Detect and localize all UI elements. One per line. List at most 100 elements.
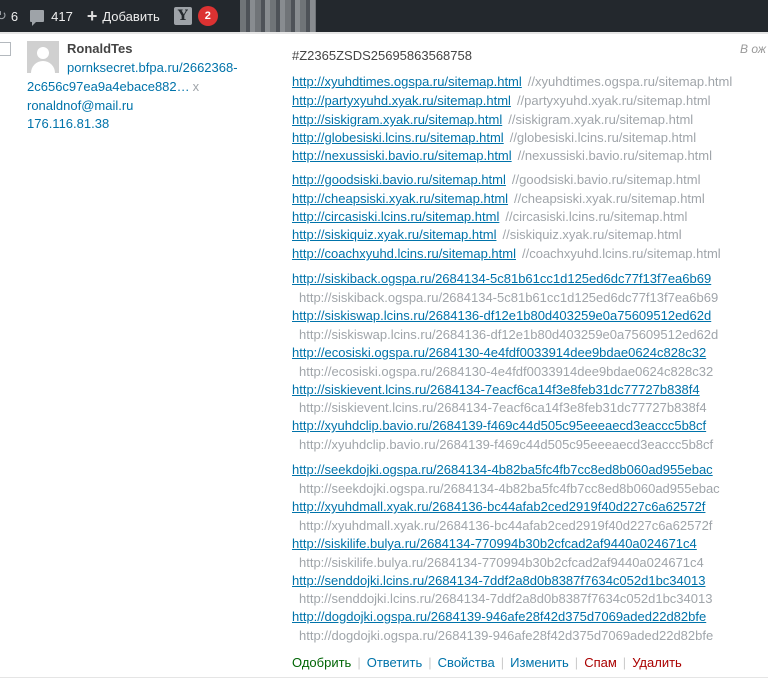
separator: | [357, 655, 361, 670]
plain-url: //xyuhdtimes.ogspa.ru/sitemap.html [527, 74, 733, 89]
author-email-link[interactable]: ronaldnof@mail.ru [27, 98, 133, 113]
comment-link[interactable]: http://siskievent.lcins.ru/2684134-7eacf… [292, 382, 700, 397]
comment-link[interactable]: http://siskigram.xyak.ru/sitemap.html [292, 112, 502, 127]
author-name: RonaldTes [67, 41, 133, 56]
updates-icon: ↻ [0, 8, 7, 23]
separator: | [500, 655, 505, 670]
yoast-notification-badge: 2 [197, 6, 218, 26]
comment-link[interactable]: http://siskilife.bulya.ru/2684134-770994… [292, 536, 697, 551]
comment-link[interactable]: http://nexussiski.bavio.ru/sitemap.html [292, 148, 512, 163]
comment-link[interactable]: http://circasiski.lcins.ru/sitemap.html [292, 209, 499, 224]
comment-link[interactable]: http://dogdojki.ogspa.ru/2684139-946afe2… [292, 609, 706, 624]
plain-url-row: http://dogdojki.ogspa.ru/2684139-946afe2… [299, 628, 714, 643]
plain-url: //partyxyuhd.xyak.ru/sitemap.html [516, 93, 711, 108]
admin-bar: ↻ 6 417 + Добавить Y 2 [0, 0, 768, 32]
separator: | [622, 655, 627, 670]
comment-id-text: #Z2365ZSDS25695863568758 [292, 48, 472, 63]
comments-menu-item[interactable]: 417 [30, 0, 73, 32]
plain-url-row: http://xyuhdmall.xyak.ru/2684136-bc44afa… [299, 518, 713, 533]
edit-link[interactable]: Изменить [510, 655, 569, 670]
plain-url: //siskigram.xyak.ru/sitemap.html [508, 112, 694, 127]
comment-link[interactable]: http://siskiquiz.xyak.ru/sitemap.html [292, 227, 496, 242]
separator: | [574, 655, 579, 670]
link-row: http://goodsiski.bavio.ru/sitemap.html //… [292, 171, 700, 189]
link-row: http://siskievent.lcins.ru/2684134-7eacf… [292, 381, 700, 399]
updates-count: 6 [10, 8, 19, 24]
link-row: http://circasiski.lcins.ru/sitemap.html /… [292, 208, 687, 226]
plain-url-row: http://siskiswap.lcins.ru/2684136-df12e1… [299, 327, 719, 342]
plain-url-row: http://siskilife.bulya.ru/2684134-770994… [299, 555, 704, 570]
comment-link[interactable]: http://globesiski.lcins.ru/sitemap.html [292, 130, 504, 145]
link-row: http://xyuhdtimes.ogspa.ru/sitemap.html /… [292, 73, 732, 91]
reply-link[interactable]: Ответить [367, 655, 423, 670]
comment-bubble-icon [30, 10, 45, 26]
add-new-menu-item[interactable]: + Добавить [87, 0, 160, 32]
approve-link[interactable]: Одобрить [292, 655, 351, 670]
quick-edit-link[interactable]: Свойства [438, 655, 495, 670]
link-row: http://dogdojki.ogspa.ru/2684139-946afe2… [292, 608, 706, 626]
plain-url-row: http://xyuhdclip.bavio.ru/2684139-f469c4… [299, 437, 714, 452]
separator: | [428, 655, 432, 670]
author-url-continued: 2c656c97ea9a4ebace882… x [27, 79, 199, 94]
remove-url-icon[interactable]: x [193, 79, 200, 94]
link-row: http://globesiski.lcins.ru/sitemap.html /… [292, 129, 696, 147]
link-row: http://ecosiski.ogspa.ru/2684130-4e4fdf0… [292, 344, 706, 362]
select-comment-checkbox[interactable] [0, 42, 11, 56]
comment-link[interactable]: http://cheapsiski.xyak.ru/sitemap.html [292, 191, 508, 206]
plain-url-row: http://seekdojki.ogspa.ru/2684134-4b82ba… [299, 481, 720, 496]
link-row: http://siskiquiz.xyak.ru/sitemap.html //s… [292, 226, 682, 244]
comment-link[interactable]: http://siskiback.ogspa.ru/2684134-5c81b6… [292, 271, 711, 286]
in-response-to[interactable]: В ож [740, 42, 766, 56]
link-row: http://siskiswap.lcins.ru/2684136-df12e1… [292, 307, 711, 325]
link-row: http://partyxyuhd.xyak.ru/sitemap.html //… [292, 92, 711, 110]
comment-link[interactable]: http://goodsiski.bavio.ru/sitemap.html [292, 172, 506, 187]
blurred-menu-item[interactable] [239, 0, 316, 32]
comment-row-actions: Одобрить | Ответить | Свойства | Изменить | Спам… [292, 655, 682, 670]
plain-url: //siskiquiz.xyak.ru/sitemap.html [502, 227, 682, 242]
author-ip-link[interactable]: 176.116.81.38 [27, 116, 109, 131]
link-row: http://xyuhdclip.bavio.ru/2684139-f469c4… [292, 417, 706, 435]
row-divider [0, 677, 768, 678]
link-row: http://xyuhdmall.xyak.ru/2684136-bc44afa… [292, 498, 705, 516]
comment-link[interactable]: http://xyuhdtimes.ogspa.ru/sitemap.html [292, 74, 522, 89]
plain-url: //globesiski.lcins.ru/sitemap.html [509, 130, 697, 145]
comment-link[interactable]: http://partyxyuhd.xyak.ru/sitemap.html [292, 93, 511, 108]
plain-url: //nexussiski.bavio.ru/sitemap.html [517, 148, 713, 163]
link-row: http://siskiback.ogspa.ru/2684134-5c81b6… [292, 270, 711, 288]
plain-url-row: http://ecosiski.ogspa.ru/2684130-4e4fdf0… [299, 364, 714, 379]
plain-url: //circasiski.lcins.ru/sitemap.html [505, 209, 688, 224]
plain-url-row: http://siskiback.ogspa.ru/2684134-5c81b6… [299, 290, 719, 305]
comment-link[interactable]: http://siskiswap.lcins.ru/2684136-df12e1… [292, 308, 711, 323]
link-row: http://senddojki.lcins.ru/2684134-7ddf2a… [292, 572, 705, 590]
updates-menu-item[interactable]: ↻ 6 [0, 0, 18, 32]
comment-link[interactable]: http://seekdojki.ogspa.ru/2684134-4b82ba… [292, 462, 713, 477]
comment-link[interactable]: http://xyuhdclip.bavio.ru/2684139-f469c4… [292, 418, 706, 433]
yoast-logo-icon: Y [173, 7, 192, 25]
spam-link[interactable]: Спам [584, 655, 617, 670]
avatar-body-shape [31, 61, 55, 73]
add-new-label: Добавить [102, 8, 160, 24]
link-row: http://seekdojki.ogspa.ru/2684134-4b82ba… [292, 461, 713, 479]
comment-link[interactable]: http://xyuhdmall.xyak.ru/2684136-bc44afa… [292, 499, 705, 514]
link-row: http://siskilife.bulya.ru/2684134-770994… [292, 535, 697, 553]
delete-link[interactable]: Удалить [632, 655, 682, 670]
comment-link[interactable]: http://coachxyuhd.lcins.ru/sitemap.html [292, 246, 516, 261]
comment-link[interactable]: http://senddojki.lcins.ru/2684134-7ddf2a… [292, 573, 705, 588]
plain-url: //cheapsiski.xyak.ru/sitemap.html [514, 191, 705, 206]
link-row: http://cheapsiski.xyak.ru/sitemap.html //… [292, 190, 705, 208]
author-url-link-continued[interactable]: 2c656c97ea9a4ebace882… [27, 79, 190, 94]
plain-url: //coachxyuhd.lcins.ru/sitemap.html [522, 246, 721, 261]
avatar-head-shape [37, 47, 49, 59]
divider [0, 32, 768, 34]
plus-icon: + [86, 6, 98, 26]
avatar [27, 41, 59, 73]
plain-url-row: http://senddojki.lcins.ru/2684134-7ddf2a… [299, 591, 713, 606]
plain-url: //goodsiski.bavio.ru/sitemap.html [511, 172, 701, 187]
yoast-menu-item[interactable]: Y 2 [173, 0, 218, 32]
author-url-link[interactable]: pornksecret.bfpa.ru/2662368- [67, 60, 238, 75]
link-row: http://coachxyuhd.lcins.ru/sitemap.html /… [292, 245, 721, 263]
comment-link[interactable]: http://ecosiski.ogspa.ru/2684130-4e4fdf0… [292, 345, 706, 360]
link-row: http://siskigram.xyak.ru/sitemap.html //s… [292, 111, 693, 129]
comments-count: 417 [51, 8, 73, 24]
link-row: http://nexussiski.bavio.ru/sitemap.html /… [292, 147, 712, 165]
